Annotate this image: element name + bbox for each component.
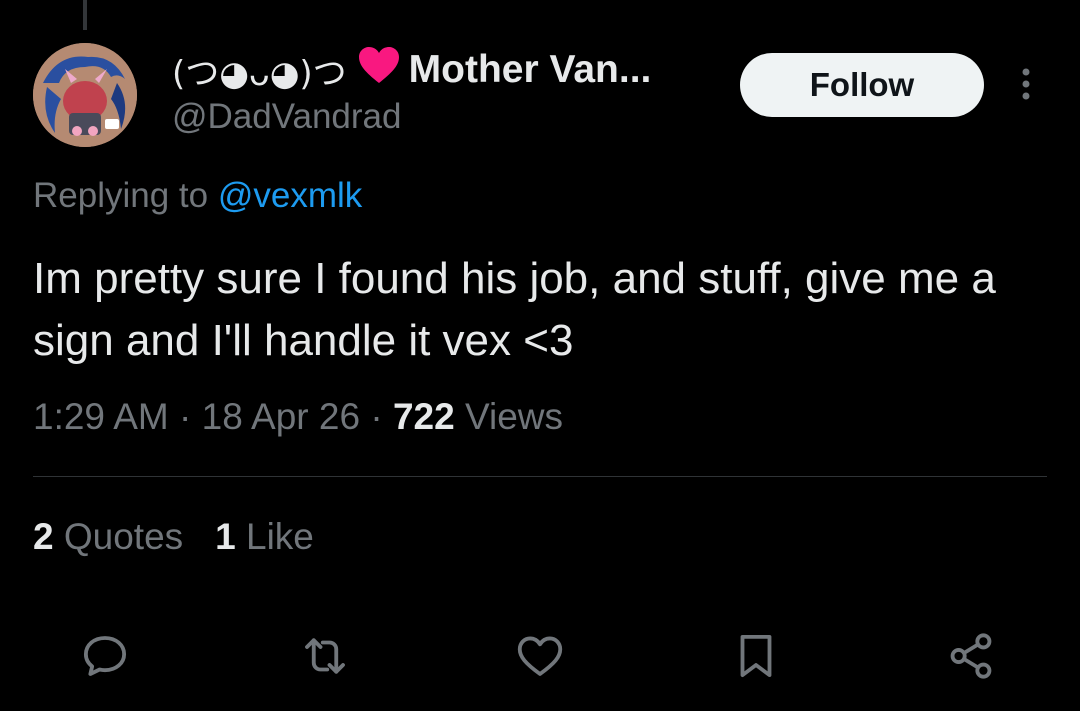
avatar-image — [33, 43, 137, 147]
meta-separator: · — [168, 396, 202, 437]
engagement-stats: 2 Quotes 1 Like — [33, 516, 346, 558]
avatar[interactable] — [33, 43, 137, 147]
quotes-count: 2 — [33, 516, 54, 557]
tweet-date[interactable]: 18 Apr 26 — [202, 396, 360, 437]
reply-icon[interactable] — [78, 629, 132, 683]
heart-emoji-icon — [357, 45, 401, 95]
more-icon[interactable] — [1016, 66, 1036, 106]
tweet-meta: 1:29 AM · 18 Apr 26 · 722 Views — [33, 396, 563, 438]
likes-label: Like — [235, 516, 314, 557]
follow-button[interactable]: Follow — [740, 53, 984, 117]
bookmark-icon[interactable] — [729, 629, 783, 683]
divider — [33, 476, 1047, 477]
like-icon[interactable] — [513, 629, 567, 683]
tweet-time[interactable]: 1:29 AM — [33, 396, 169, 437]
mention-link[interactable]: @vexmlk — [218, 176, 362, 215]
thread-connector-line — [83, 0, 87, 30]
replying-to-label: Replying to — [33, 176, 218, 215]
meta-separator: · — [360, 396, 393, 437]
retweet-icon[interactable] — [298, 629, 352, 683]
likes-count: 1 — [215, 516, 236, 557]
display-name[interactable]: (つ◕ᴗ◕)つ Mother Van... — [172, 44, 651, 96]
views-label: Views — [454, 396, 563, 437]
replying-to-line: Replying to @vexmlk — [33, 176, 362, 216]
likes-stat[interactable]: 1 Like — [215, 516, 314, 557]
quotes-label: Quotes — [53, 516, 184, 557]
tweet-text: Im pretty sure I found his job, and stuf… — [33, 254, 996, 365]
quotes-stat[interactable]: 2 Quotes — [33, 516, 183, 557]
views-count: 722 — [392, 396, 455, 437]
display-name-kaomoji: (つ◕ᴗ◕)つ — [172, 53, 347, 94]
display-name-text: Mother Van... — [408, 48, 652, 91]
user-handle[interactable]: @DadVandrad — [172, 97, 401, 137]
share-icon[interactable] — [944, 629, 998, 683]
